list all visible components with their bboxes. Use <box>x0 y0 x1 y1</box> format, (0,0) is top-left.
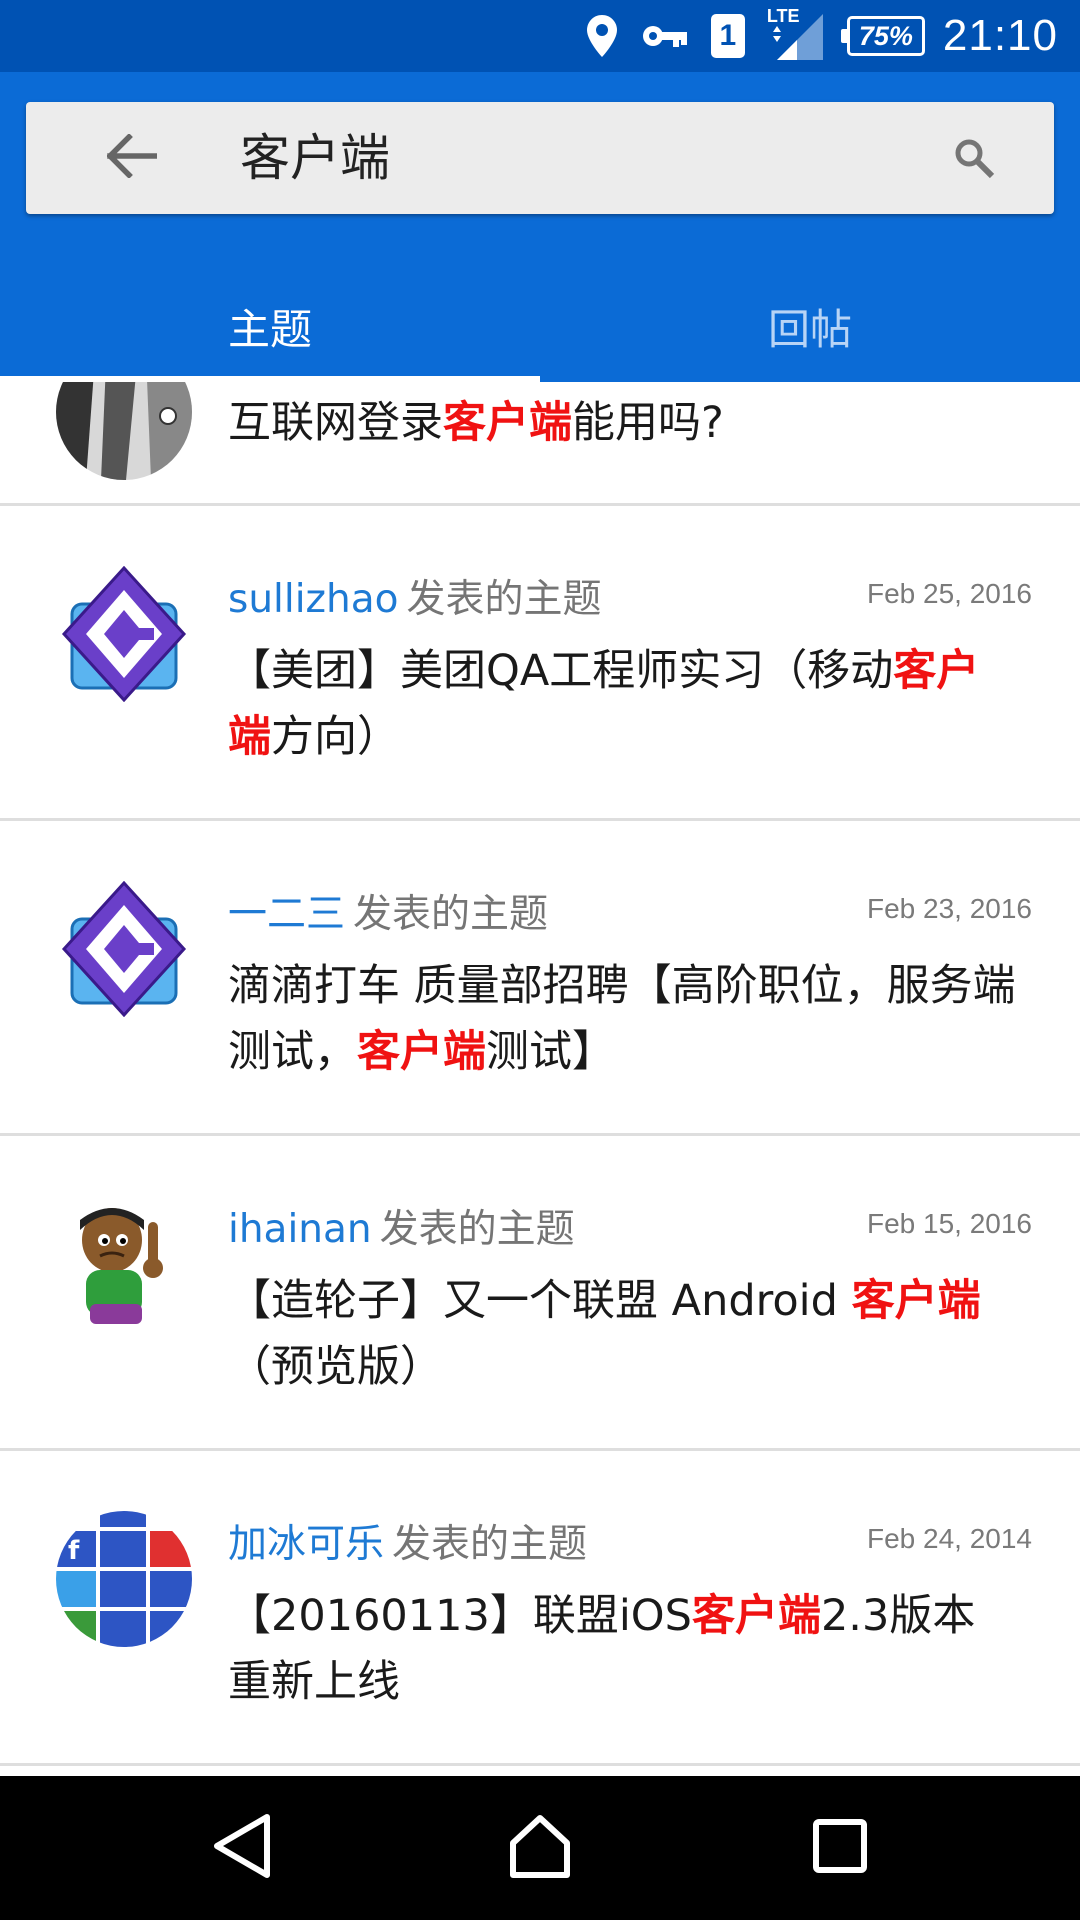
nav-back-button[interactable] <box>202 1808 282 1888</box>
search-icon <box>953 137 995 183</box>
location-icon <box>585 13 619 59</box>
search-box: 客户端 <box>26 102 1054 214</box>
title-text-after: （预览版） <box>228 1342 443 1392</box>
signal-icon: LTE <box>767 6 825 62</box>
home-icon <box>507 1813 573 1883</box>
title-highlight: 客户端 <box>851 1276 981 1326</box>
action-text: 发表的主题 <box>379 1207 575 1252</box>
avatar <box>56 1196 192 1332</box>
topic-meta: sullizhao 发表的主题 <box>228 568 602 624</box>
author-link[interactable]: 加冰可乐 <box>228 1522 384 1567</box>
topic-title: 【美团】美团QA工程师实习（移动客户端方向） <box>228 638 1018 770</box>
avatar: f <box>56 1511 192 1647</box>
topic-meta: ihainan 发表的主题 <box>228 1198 575 1254</box>
post-date: Feb 25, 2016 <box>866 578 1032 609</box>
vpn-key-icon <box>641 22 689 50</box>
topic-meta: 加冰可乐 发表的主题 <box>228 1513 587 1569</box>
list-item[interactable]: ihainan 发表的主题 Feb 15, 2016 【造轮子】又一个联盟 And… <box>0 1136 1080 1451</box>
title-text: 互联网登录 <box>228 398 443 448</box>
nav-recents-button[interactable] <box>800 1808 880 1888</box>
topic-title: 滴滴打车 质量部招聘【高阶职位，服务端测试，客户端测试】 <box>228 953 1018 1085</box>
tab-topics[interactable]: 主题 <box>0 270 540 382</box>
avatar <box>56 382 192 480</box>
author-link[interactable]: 一二三 <box>228 892 345 937</box>
app-bar: 客户端 主题 回帖 <box>0 72 1080 382</box>
clock: 21:10 <box>942 11 1058 60</box>
title-text-after: 测试】 <box>486 1027 615 1077</box>
action-text: 发表的主题 <box>353 892 549 937</box>
back-button[interactable] <box>104 130 160 186</box>
author-link[interactable]: ihainan <box>228 1207 372 1252</box>
avatar <box>56 565 192 703</box>
results-list: 互联网登录客户端能用吗? sullizhao 发表的主题 Feb 25, 2016… <box>0 382 1080 1772</box>
author-link[interactable]: sullizhao <box>228 577 399 622</box>
topic-title: 互联网登录客户端能用吗? <box>228 390 1018 456</box>
title-text: 【20160113】联盟iOS <box>228 1591 692 1641</box>
title-highlight: 客户端 <box>443 398 572 448</box>
tab-replies[interactable]: 回帖 <box>540 270 1080 382</box>
post-date: Feb 23, 2016 <box>866 893 1032 924</box>
tab-bar: 主题 回帖 <box>0 270 1080 382</box>
network-type-label: LTE <box>766 6 800 26</box>
title-highlight: 客户端 <box>691 1591 821 1641</box>
post-date: Feb 24, 2014 <box>866 1523 1032 1554</box>
sim-slot-label: 1 <box>710 14 745 58</box>
battery-percent: 75% <box>840 16 925 56</box>
status-bar: 1 LTE 75% 21:10 <box>0 0 1080 72</box>
search-button[interactable] <box>948 134 1000 186</box>
search-input[interactable]: 客户端 <box>240 102 390 214</box>
list-item[interactable]: f 加冰可乐 发表的主题 Feb 24, 2014 【20160113】联盟iOS… <box>0 1451 1080 1766</box>
triangle-back-icon <box>211 1813 273 1883</box>
list-item[interactable]: 互联网登录客户端能用吗? <box>0 382 1080 506</box>
svg-text:f: f <box>68 1536 80 1566</box>
action-text: 发表的主题 <box>406 577 602 622</box>
avatar <box>56 880 192 1018</box>
title-text: 滴滴打车 质量部招聘【高阶职位，服务端测试， <box>228 961 1016 1077</box>
list-item[interactable]: sullizhao 发表的主题 Feb 25, 2016 【美团】美团QA工程师实… <box>0 506 1080 821</box>
list-item[interactable]: 一二三 发表的主题 Feb 23, 2016 滴滴打车 质量部招聘【高阶职位，服务… <box>0 821 1080 1136</box>
post-date: Feb 15, 2016 <box>866 1208 1032 1239</box>
topic-title: 【20160113】联盟iOS客户端2.3版本重新上线 <box>228 1583 1018 1715</box>
topic-meta: 一二三 发表的主题 <box>228 883 548 939</box>
title-text: 【美团】美团QA工程师实习（移动 <box>228 646 894 696</box>
navigation-bar <box>0 1776 1080 1920</box>
title-text-after: 方向） <box>271 712 400 762</box>
title-text: 【造轮子】又一个联盟 Android <box>228 1276 852 1326</box>
title-text-after: 能用吗? <box>572 398 724 448</box>
topic-title: 【造轮子】又一个联盟 Android 客户端 （预览版） <box>228 1268 1018 1400</box>
battery-icon: 75% <box>840 16 925 56</box>
action-text: 发表的主题 <box>392 1522 588 1567</box>
square-recents-icon <box>812 1818 868 1878</box>
nav-home-button[interactable] <box>500 1808 580 1888</box>
arrow-back-icon <box>106 133 158 182</box>
title-highlight: 客户端 <box>357 1027 486 1077</box>
sim-icon: 1 <box>710 14 745 58</box>
